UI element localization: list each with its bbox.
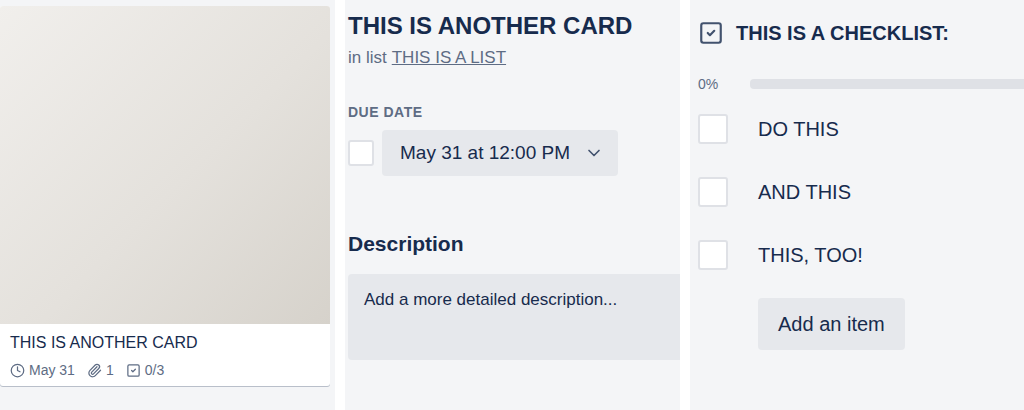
list-link[interactable]: THIS IS A LIST <box>392 48 506 68</box>
card[interactable]: THIS IS ANOTHER CARD May 31 1 0/3 <box>0 6 330 386</box>
item-checkbox[interactable] <box>698 114 728 144</box>
description-label: Description <box>348 232 680 256</box>
checklist-item[interactable]: DO THIS <box>698 114 1024 144</box>
checklist-badge: 0/3 <box>126 362 164 378</box>
card-detail-panel: THIS IS ANOTHER CARD in listTHIS IS A LIS… <box>345 0 680 410</box>
paperclip-icon <box>87 363 102 378</box>
checklist-items: DO THIS AND THIS THIS, TOO! <box>698 114 1024 270</box>
item-checkbox[interactable] <box>698 240 728 270</box>
card-title: THIS IS ANOTHER CARD <box>10 334 320 352</box>
card-cover <box>0 6 330 324</box>
clock-icon <box>10 363 25 378</box>
checklist-icon <box>126 363 141 378</box>
progress-track <box>750 79 1024 89</box>
due-badge: May 31 <box>10 362 75 378</box>
detail-title[interactable]: THIS IS ANOTHER CARD <box>348 12 680 40</box>
description-field[interactable]: Add a more detailed description... <box>348 274 680 360</box>
checklist-icon <box>698 20 724 46</box>
checklist-panel: THIS IS A CHECKLIST: 0% DO THIS AND THIS THI… <box>690 0 1024 410</box>
card-body: THIS IS ANOTHER CARD May 31 1 0/3 <box>0 324 330 386</box>
due-checkbox[interactable] <box>348 140 374 166</box>
page: THIS IS ANOTHER CARDMay 3110/3THIS IS AN… <box>0 0 1024 410</box>
card-panel: THIS IS ANOTHER CARD May 31 1 0/3 <box>0 0 335 410</box>
checklist-header: THIS IS A CHECKLIST: <box>698 20 1024 46</box>
checklist-item[interactable]: AND THIS <box>698 177 1024 207</box>
chevron-down-icon <box>584 143 604 163</box>
due-date-label: DUE DATE <box>348 104 680 120</box>
progress-percent: 0% <box>698 76 728 92</box>
due-date-row: May 31 at 12:00 PM <box>348 130 680 176</box>
list-line: in listTHIS IS A LIST <box>348 48 680 68</box>
add-item-button[interactable]: Add an item <box>758 298 905 350</box>
checklist-progress: 0% <box>698 76 1024 92</box>
checklist-item[interactable]: THIS, TOO! <box>698 240 1024 270</box>
item-checkbox[interactable] <box>698 177 728 207</box>
card-badges: May 31 1 0/3 <box>10 362 320 378</box>
due-date-button[interactable]: May 31 at 12:00 PM <box>382 130 618 176</box>
checklist-title[interactable]: THIS IS A CHECKLIST: <box>736 22 949 45</box>
attachments-badge: 1 <box>87 362 114 378</box>
